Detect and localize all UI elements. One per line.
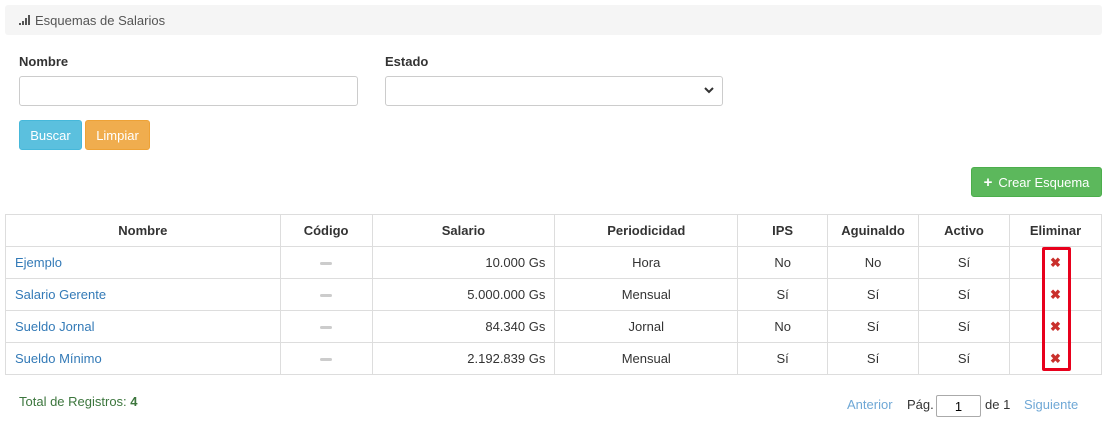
buscar-button[interactable]: Buscar [19,120,82,150]
plus-icon: + [983,173,993,191]
row-activo-cell: Sí [918,246,1010,279]
row-activo-cell: Sí [918,278,1010,311]
col-header-codigo[interactable]: Código [279,214,373,247]
table-row: Sueldo Jornal 84.340 Gs Jornal No Sí Sí … [5,310,1103,343]
siguiente-link[interactable]: Siguiente [1024,397,1078,412]
empty-dash-icon [320,326,333,330]
row-eliminar-cell: ✖ [1008,342,1103,375]
row-periodicidad-cell: Hora [554,246,739,279]
total-label: Total de Registros: [19,394,127,409]
table-row: Sueldo Mínimo 2.192.839 Gs Mensual Sí Sí… [5,342,1103,375]
row-nombre-link[interactable]: Salario Gerente [5,278,281,311]
col-header-periodicidad[interactable]: Periodicidad [554,214,739,247]
row-ips-cell: Sí [737,342,829,375]
row-aguinaldo-cell: Sí [827,278,920,311]
row-codigo-cell [279,310,373,343]
col-header-nombre[interactable]: Nombre [5,214,281,247]
row-eliminar-cell: ✖ [1008,310,1103,343]
pag-label: Pág. [907,397,934,412]
estado-label: Estado [385,54,429,69]
delete-icon[interactable]: ✖ [1050,287,1061,302]
esquemas-table: Nombre Código Salario Periodicidad IPS A… [5,214,1103,375]
page-title: Esquemas de Salarios [35,12,166,28]
empty-dash-icon [320,358,333,362]
row-salario-cell: 84.340 Gs [371,310,556,343]
row-activo-cell: Sí [918,310,1010,343]
table-header-row: Nombre Código Salario Periodicidad IPS A… [5,214,1103,247]
row-nombre-link[interactable]: Ejemplo [5,246,281,279]
row-aguinaldo-cell: Sí [827,310,920,343]
row-salario-cell: 10.000 Gs [371,246,556,279]
signal-icon [19,15,30,25]
row-ips-cell: Sí [737,278,829,311]
delete-icon[interactable]: ✖ [1050,319,1061,334]
crear-esquema-label: Crear Esquema [998,174,1090,190]
delete-icon[interactable]: ✖ [1050,351,1061,366]
row-codigo-cell [279,246,373,279]
table-row: Ejemplo 10.000 Gs Hora No No Sí ✖ [5,246,1103,279]
delete-icon[interactable]: ✖ [1050,255,1061,270]
col-header-aguinaldo[interactable]: Aguinaldo [827,214,920,247]
empty-dash-icon [320,262,333,266]
panel-header: Esquemas de Salarios [5,5,1102,35]
nombre-label: Nombre [19,54,69,69]
col-header-eliminar: Eliminar [1008,214,1103,247]
estado-select[interactable] [385,76,723,106]
row-activo-cell: Sí [918,342,1010,375]
chevron-down-icon [704,86,714,97]
row-ips-cell: No [737,310,829,343]
row-ips-cell: No [737,246,829,279]
row-nombre-link[interactable]: Sueldo Mínimo [5,342,281,375]
page-total-label: de 1 [985,397,1011,412]
table-row: Salario Gerente 5.000.000 Gs Mensual Sí … [5,278,1103,311]
col-header-ips[interactable]: IPS [737,214,829,247]
limpiar-button[interactable]: Limpiar [85,120,150,150]
anterior-link[interactable]: Anterior [847,397,893,412]
row-salario-cell: 5.000.000 Gs [371,278,556,311]
row-periodicidad-cell: Mensual [554,278,739,311]
total-value: 4 [130,394,138,409]
row-aguinaldo-cell: Sí [827,342,920,375]
row-nombre-link[interactable]: Sueldo Jornal [5,310,281,343]
row-periodicidad-cell: Jornal [554,310,739,343]
total-registros: Total de Registros: 4 [19,394,138,409]
page-number-input[interactable] [936,395,981,417]
nombre-input[interactable] [19,76,358,106]
row-codigo-cell [279,278,373,311]
col-header-activo[interactable]: Activo [918,214,1010,247]
crear-esquema-button[interactable]: + Crear Esquema [971,167,1102,197]
col-header-salario[interactable]: Salario [371,214,556,247]
row-eliminar-cell: ✖ [1008,278,1103,311]
empty-dash-icon [320,294,333,298]
row-codigo-cell [279,342,373,375]
row-eliminar-cell: ✖ [1008,246,1103,279]
row-aguinaldo-cell: No [827,246,920,279]
row-periodicidad-cell: Mensual [554,342,739,375]
row-salario-cell: 2.192.839 Gs [371,342,556,375]
